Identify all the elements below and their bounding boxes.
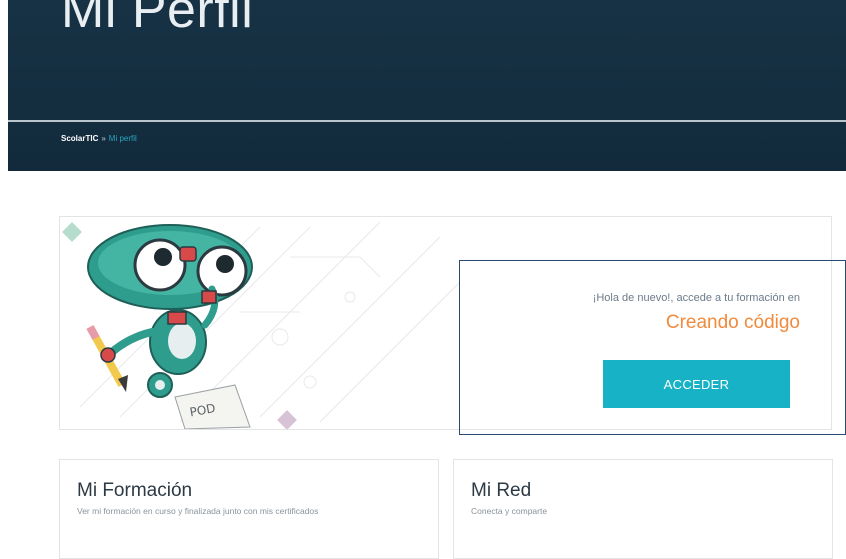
mi-formacion-title: Mi Formación	[77, 480, 193, 501]
acceder-button[interactable]: ACCEDER	[603, 360, 790, 408]
mi-red-card[interactable]: Mi Red Conecta y comparte	[453, 459, 833, 559]
page-title: Mi Perfil	[61, 0, 254, 39]
robot-illustration: POD	[62, 221, 460, 429]
mi-red-description: Conecta y comparte	[471, 506, 548, 516]
breadcrumb-current[interactable]: Mi perfil	[109, 134, 137, 143]
access-panel: ¡Hola de nuevo!, accede a tu formación e…	[459, 260, 846, 435]
welcome-greeting: ¡Hola de nuevo!, accede a tu formación e…	[592, 292, 800, 304]
course-name[interactable]: Creando código	[666, 312, 800, 334]
mi-red-title: Mi Red	[471, 480, 532, 501]
page-header-banner: Mi Perfil ScolarTIC» Mi perfil	[8, 0, 846, 171]
breadcrumb: ScolarTIC» Mi perfil	[61, 134, 137, 143]
mi-formacion-card[interactable]: Mi Formación Ver mi formación en curso y…	[59, 459, 439, 559]
mi-formacion-description: Ver mi formación en curso y finalizada j…	[77, 506, 319, 516]
breadcrumb-separator: »	[101, 134, 106, 143]
header-divider	[8, 120, 846, 122]
breadcrumb-home-link[interactable]: ScolarTIC	[61, 134, 98, 143]
